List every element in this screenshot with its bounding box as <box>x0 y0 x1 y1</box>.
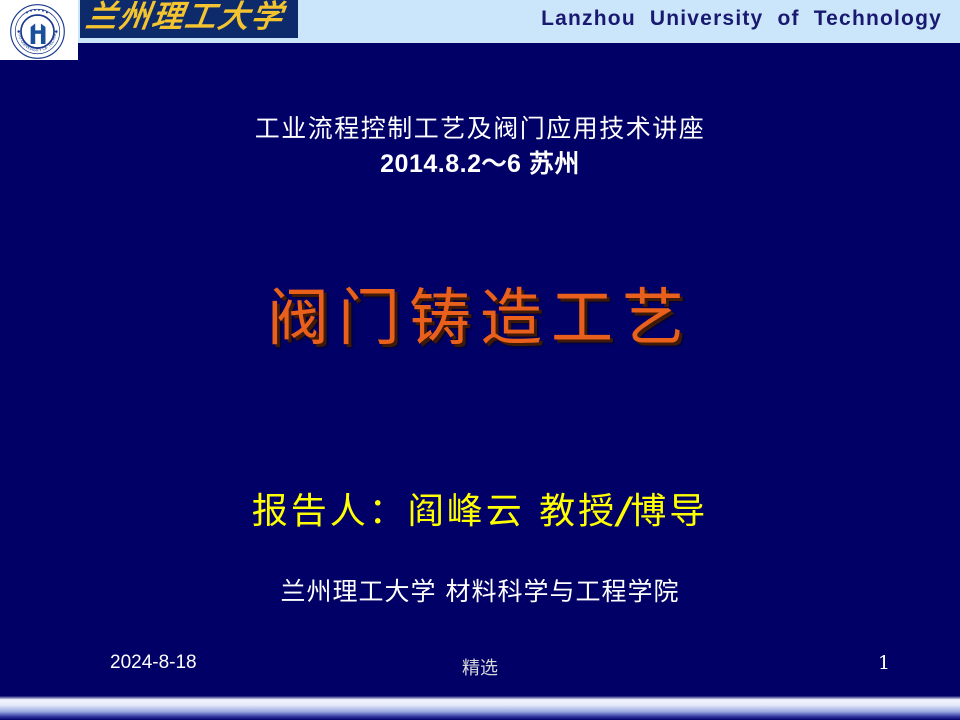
university-emblem-icon: LANZHOU UNIVERSITY OF TECHNOLOGY <box>9 3 65 59</box>
university-wordmark-cn: 兰州理工大学 <box>80 0 298 38</box>
university-wordmark-text: 兰州理工大学 <box>83 0 287 35</box>
event-topic-line: 工业流程控制工艺及阀门应用技术讲座 <box>254 114 706 143</box>
bottom-gradient-bar <box>0 694 960 720</box>
slide-footer: 2024-8-18 精选 1 <box>0 652 960 690</box>
presenter-advisor-title: 博导 <box>630 491 709 532</box>
presenter-affiliation: 兰州理工大学 材料科学与工程学院 <box>280 577 680 606</box>
presentation-slide: Lanzhou University of Technology OU UNIV… <box>0 0 960 720</box>
footer-center-label: 精选 <box>462 658 498 679</box>
university-logo-box: LANZHOU UNIVERSITY OF TECHNOLOGY <box>0 0 78 60</box>
footer-page-number: 1 <box>878 652 891 674</box>
slide-main-title: 阀门铸造工艺 <box>266 281 693 354</box>
presenter-separator: / <box>617 490 631 532</box>
event-date-location-line: 2014.8.2～6 苏州 <box>380 150 580 178</box>
header-university-title-en: Lanzhou University of Technology <box>541 7 942 30</box>
event-subtitle-block: 工业流程控制工艺及阀门应用技术讲座 2014.8.2～6 苏州 <box>0 112 960 182</box>
presenter-name-and-rank: 报告人：阎峰云 教授 <box>251 491 618 532</box>
presenter-line: 报告人：阎峰云 教授/博导 <box>0 487 960 536</box>
